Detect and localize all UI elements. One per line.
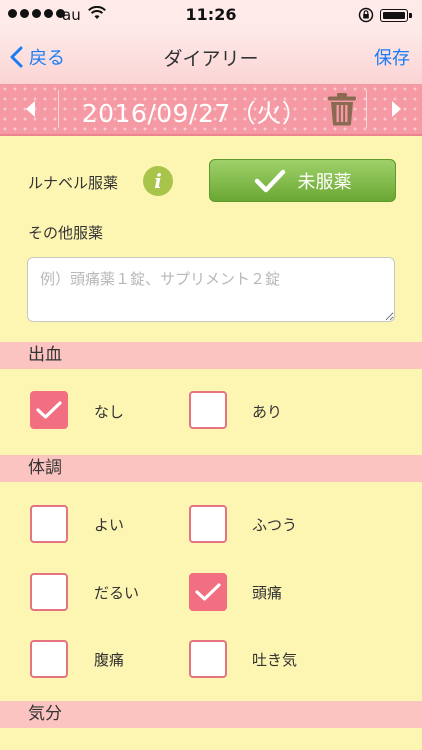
section-header-condition: 体調	[0, 455, 422, 482]
arrow-right-icon	[391, 101, 401, 117]
trash-icon	[328, 93, 356, 126]
divider	[58, 90, 59, 128]
checkbox-condition-nausea[interactable]	[189, 640, 227, 678]
checkmark-icon	[254, 169, 285, 192]
checkbox-condition-good[interactable]	[30, 505, 68, 543]
medication-status-button[interactable]: 未服薬	[209, 159, 396, 202]
rotation-lock-icon	[358, 7, 374, 27]
save-button[interactable]: 保存	[374, 44, 410, 70]
checkbox-label[interactable]: 頭痛	[252, 582, 282, 603]
section-header-bleeding: 出血	[0, 342, 422, 369]
checkbox-condition-stomachache[interactable]	[30, 640, 68, 678]
checkbox-label[interactable]: 腹痛	[94, 649, 124, 670]
status-bar: au 11:26	[0, 0, 422, 30]
other-medication-label: その他服薬	[28, 224, 104, 242]
arrow-left-icon	[25, 101, 35, 117]
navigation-bar: 戻る ダイアリー 保存	[0, 30, 422, 84]
medication-label: ルナベル服薬	[28, 174, 119, 192]
checkbox-label[interactable]: ふつう	[252, 514, 297, 535]
delete-button[interactable]	[326, 92, 358, 130]
battery-icon	[380, 9, 412, 22]
medication-status-label: 未服薬	[297, 171, 352, 193]
info-icon[interactable]: i	[143, 166, 173, 196]
checkbox-label[interactable]: あり	[252, 401, 282, 422]
checkbox-condition-sluggish[interactable]	[30, 573, 68, 611]
checkbox-bleeding-none[interactable]	[30, 391, 68, 429]
checkbox-condition-headache[interactable]	[189, 573, 227, 611]
other-medication-input[interactable]	[27, 257, 395, 322]
previous-day-button[interactable]	[8, 84, 52, 134]
checkbox-condition-normal[interactable]	[189, 505, 227, 543]
checkmark-icon	[36, 401, 62, 419]
checkbox-label[interactable]: だるい	[94, 582, 139, 603]
page-title: ダイアリー	[163, 48, 259, 70]
checkbox-label[interactable]: 吐き気	[252, 649, 297, 670]
divider	[366, 90, 367, 128]
section-header-mood: 気分	[0, 701, 422, 728]
current-date: 2016/09/27（火）	[81, 99, 308, 128]
checkbox-label[interactable]: よい	[94, 514, 124, 535]
date-bar: 2016/09/27（火）	[0, 84, 422, 136]
checkbox-bleeding-yes[interactable]	[189, 391, 227, 429]
checkbox-label[interactable]: なし	[94, 401, 124, 422]
checkmark-icon	[195, 583, 221, 601]
next-day-button[interactable]	[374, 84, 418, 134]
